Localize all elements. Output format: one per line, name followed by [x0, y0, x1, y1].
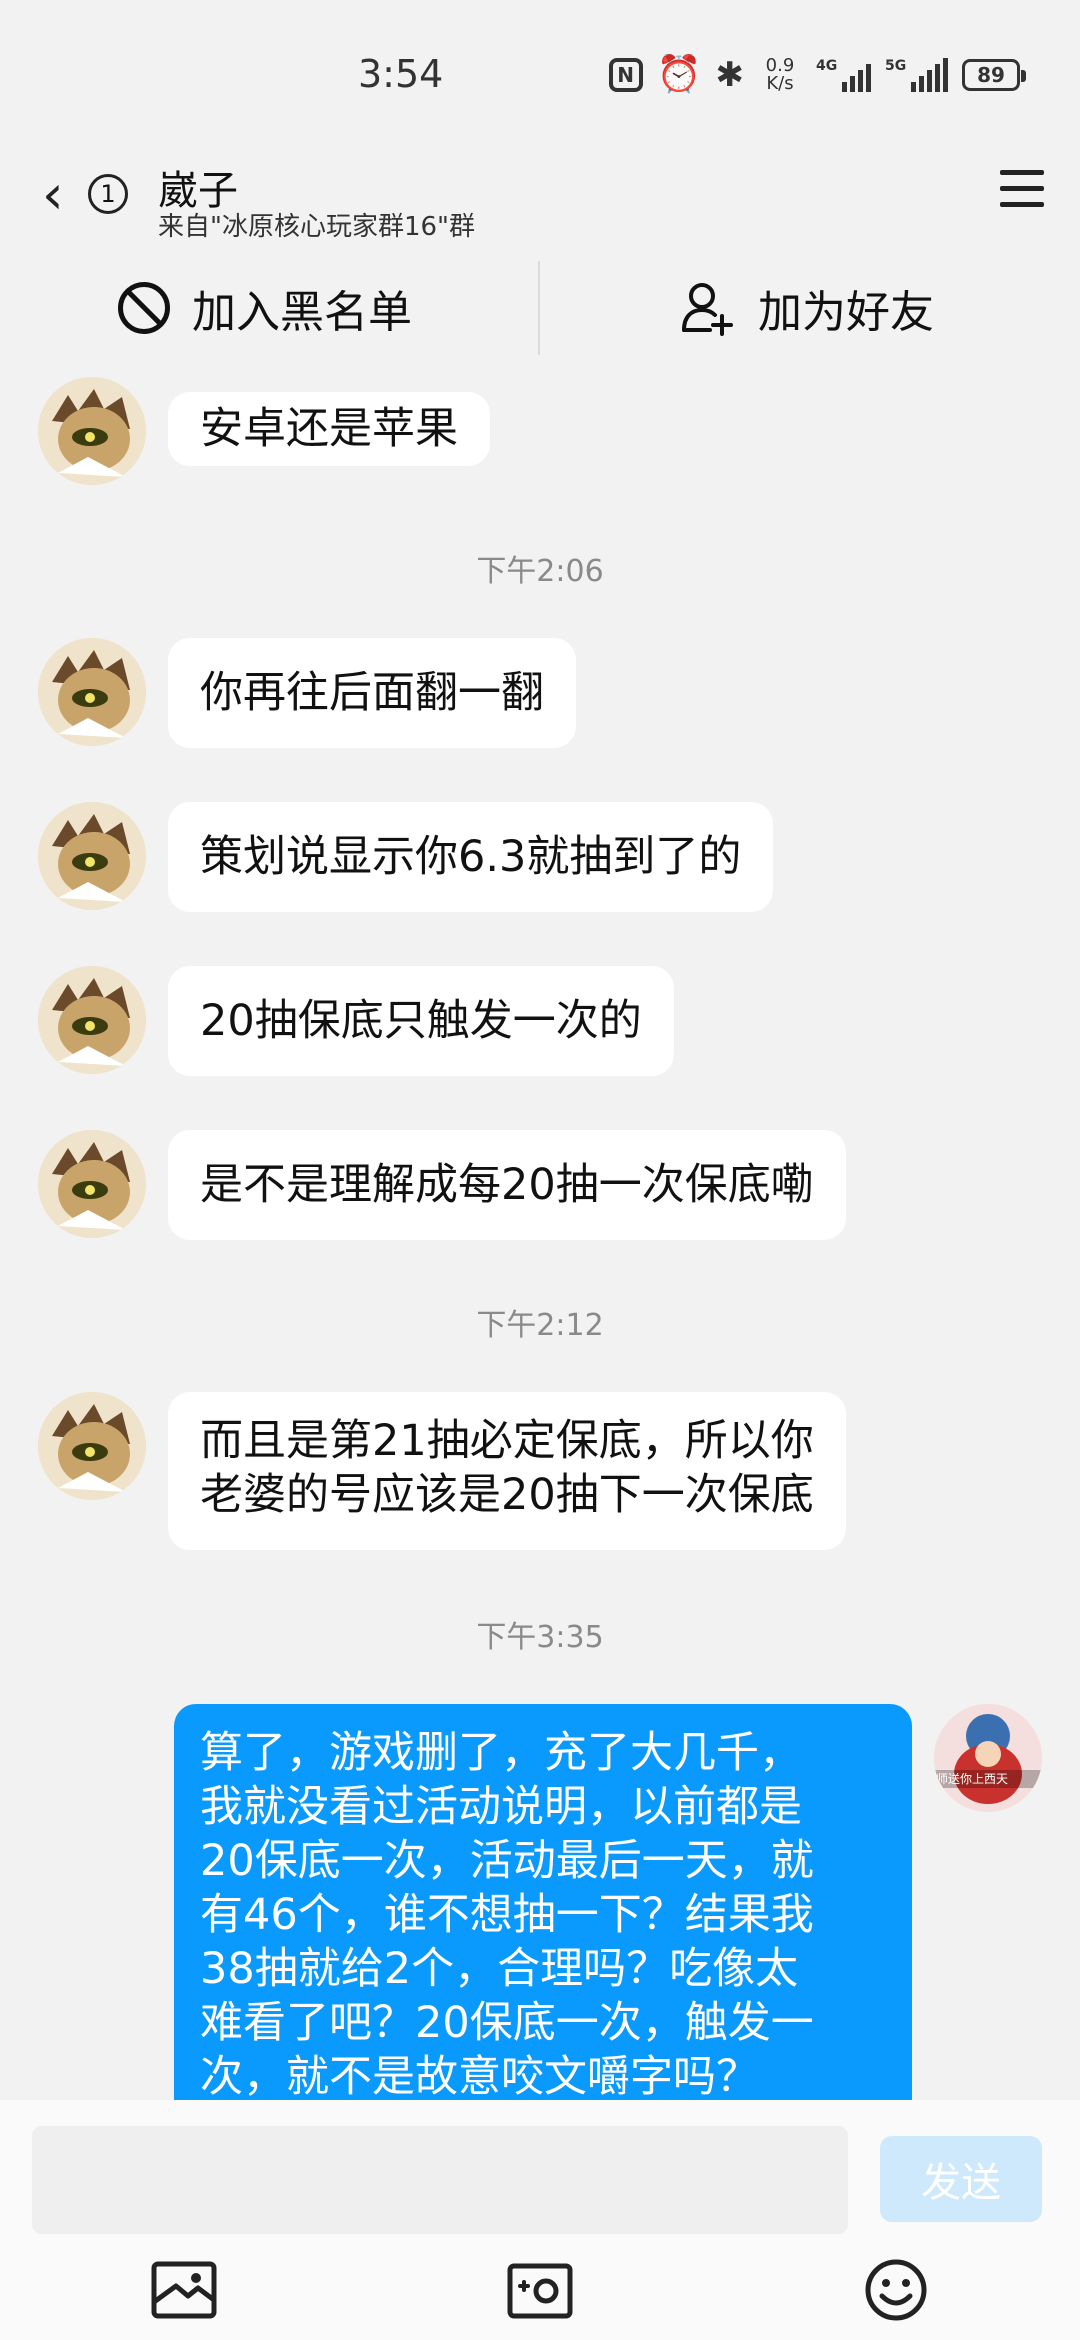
- back-arrow-icon[interactable]: ‹: [42, 168, 64, 222]
- message-list[interactable]: 安卓还是苹果 下午2:06 你再往后面翻一翻 策划说显示你6.3就抽到了的 20…: [0, 360, 1080, 2100]
- battery-icon: 89: [962, 59, 1026, 91]
- signal-icon: 5G: [885, 58, 948, 92]
- message-text-line: 次，就不是故意咬文嚼字吗？: [200, 2052, 759, 2100]
- message-text-line: 算了，游戏删了，充了大几千，: [200, 1728, 802, 1778]
- add-friend-button[interactable]: 加为好友: [680, 258, 934, 358]
- chat-header: ‹ 1 崴子 来自"冰原核心玩家群16"群: [0, 150, 1080, 250]
- avatar[interactable]: [38, 966, 146, 1074]
- self-avatar-caption: 师送你上西天: [936, 1773, 1009, 1785]
- nfc-icon: N: [608, 58, 643, 92]
- signal-icon: 4G: [816, 58, 871, 92]
- unread-count-badge[interactable]: 1: [88, 174, 128, 214]
- avatar[interactable]: [38, 1130, 146, 1238]
- emoji-icon[interactable]: [856, 2250, 936, 2330]
- status-time: 3:54: [358, 52, 444, 96]
- contact-source: 来自"冰原核心玩家群16"群: [158, 212, 476, 242]
- add-to-blacklist-button[interactable]: 加入黑名单: [118, 258, 412, 358]
- outgoing-message-bubble[interactable]: 算了，游戏删了，充了大几千， 我就没看过活动说明，以前都是 20保底一次，活动最…: [174, 1704, 912, 2100]
- self-avatar[interactable]: 师送你上西天: [934, 1704, 1042, 1812]
- message-input[interactable]: [32, 2126, 848, 2234]
- input-area: 发送: [0, 2100, 1080, 2340]
- bluetooth-icon: ✱: [715, 55, 745, 95]
- message-bubble[interactable]: 是不是理解成每20抽一次保底嘞: [168, 1130, 846, 1240]
- message-text-line: 20保底一次，活动最后一天，就: [200, 1836, 814, 1886]
- signal-type-label: 5G: [885, 58, 907, 74]
- stranger-action-bar: 加入黑名单 加为好友: [0, 258, 1080, 358]
- message-text-line: 难看了吧？20保底一次，触发一: [200, 1998, 814, 2048]
- avatar[interactable]: [38, 1392, 146, 1500]
- network-speed: 0.9 K/s: [765, 55, 795, 94]
- message-text-line: 38抽就给2个，合理吗？吃像太: [200, 1944, 799, 1994]
- message-bubble[interactable]: 策划说显示你6.3就抽到了的: [168, 802, 774, 912]
- status-bar: 3:54 N ⏰ ✱ 0.9 K/s 4G 5G 89: [0, 0, 1080, 150]
- message-bubble[interactable]: 安卓还是苹果: [168, 392, 490, 466]
- ban-icon: [118, 282, 170, 334]
- blacklist-label: 加入黑名单: [192, 287, 412, 338]
- add-friend-label: 加为好友: [758, 287, 934, 338]
- avatar[interactable]: [38, 377, 146, 485]
- add-user-icon: [682, 283, 733, 336]
- message-text-line: 我就没看过活动说明，以前都是: [200, 1782, 802, 1832]
- message-timestamp: 下午2:12: [476, 1308, 604, 1343]
- message-text-line: 老婆的号应该是20抽下一次保底: [200, 1470, 814, 1520]
- message-bubble[interactable]: 而且是第21抽必定保底，所以你 老婆的号应该是20抽下一次保底: [168, 1392, 846, 1550]
- message-bubble[interactable]: 你再往后面翻一翻: [168, 638, 576, 748]
- message-text: 策划说显示你6.3就抽到了的: [200, 832, 742, 882]
- message-text: 安卓还是苹果: [200, 404, 458, 454]
- message-bubble[interactable]: 20抽保底只触发一次的: [168, 966, 674, 1076]
- send-button[interactable]: 发送: [880, 2136, 1042, 2222]
- avatar[interactable]: [38, 638, 146, 746]
- signal-type-label: 4G: [816, 58, 838, 74]
- alarm-icon: ⏰: [656, 54, 702, 95]
- camera-icon[interactable]: [500, 2250, 580, 2330]
- message-timestamp: 下午2:06: [476, 554, 604, 589]
- status-icons: N ⏰ ✱ 0.9 K/s 4G 5G 89: [608, 50, 1026, 100]
- message-text: 20抽保底只触发一次的: [200, 996, 642, 1046]
- message-text-line: 而且是第21抽必定保底，所以你: [200, 1416, 814, 1466]
- divider: [538, 261, 540, 355]
- menu-icon[interactable]: [1000, 170, 1044, 218]
- message-text-line: 有46个，谁不想抽一下？结果我: [200, 1890, 814, 1940]
- message-timestamp: 下午3:35: [476, 1620, 604, 1655]
- image-icon[interactable]: [144, 2250, 224, 2330]
- avatar[interactable]: [38, 802, 146, 910]
- message-text: 是不是理解成每20抽一次保底嘞: [200, 1160, 814, 1210]
- message-text: 你再往后面翻一翻: [200, 668, 544, 718]
